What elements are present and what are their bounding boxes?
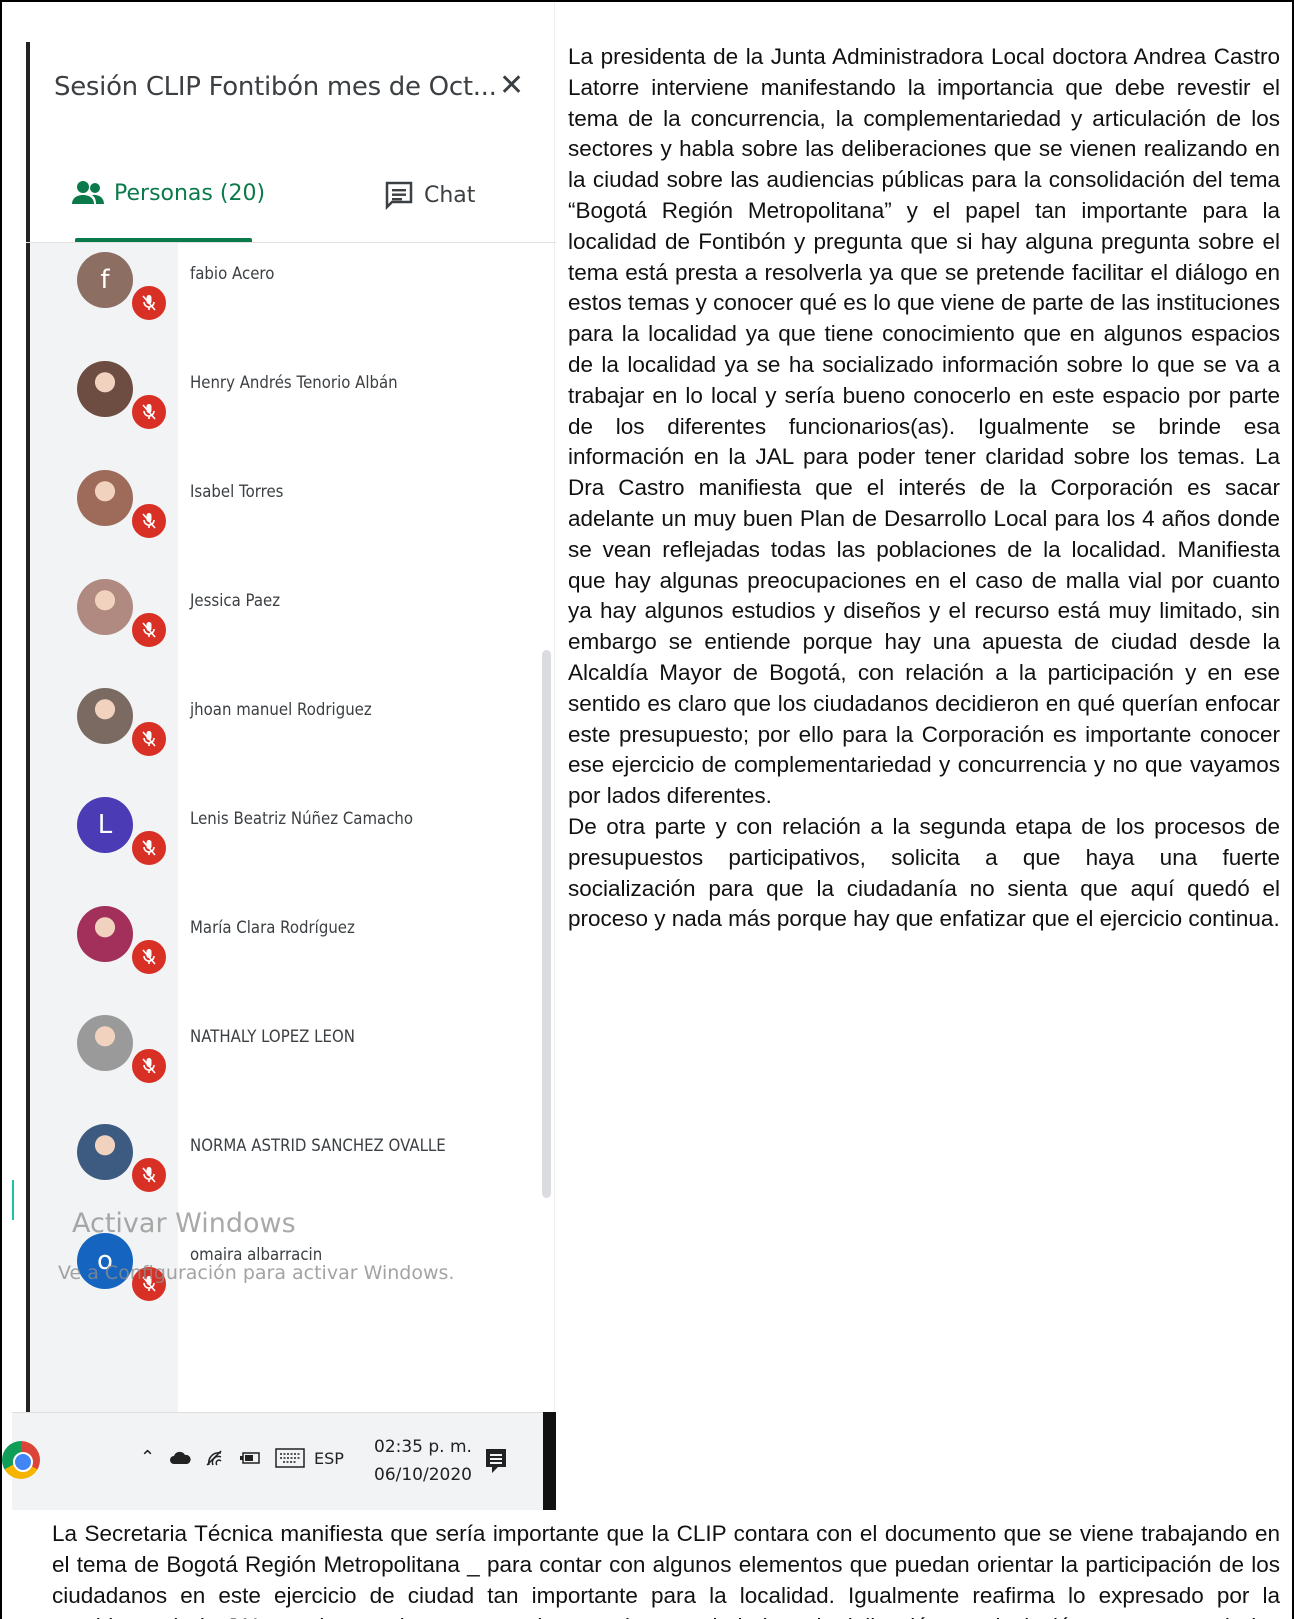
accent-line — [12, 1180, 14, 1220]
participant-row[interactable]: o omaira albarracin — [30, 1233, 550, 1341]
avatar — [77, 688, 133, 744]
mic-off-icon — [130, 938, 168, 976]
participant-name: fabio Acero — [190, 264, 275, 284]
participant-row[interactable]: Jessica Paez — [30, 579, 550, 687]
avatar — [77, 906, 133, 962]
keyboard-icon[interactable] — [275, 1447, 305, 1468]
cloud-icon[interactable] — [169, 1451, 191, 1465]
paragraph-jal-president: La presidenta de la Junta Administradora… — [568, 44, 1280, 809]
participant-name: Jessica Paez — [190, 591, 281, 611]
participant-row[interactable]: María Clara Rodríguez — [30, 906, 550, 1014]
participant-row[interactable]: Isabel Torres — [30, 470, 550, 578]
avatar — [77, 361, 133, 417]
avatar: L — [77, 797, 133, 853]
paragraph-technical-secretary: La Secretaria Técnica manifiesta que ser… — [52, 1521, 1280, 1619]
minutes-right-column: La presidenta de la Junta Administradora… — [568, 42, 1280, 935]
chat-icon — [385, 181, 413, 210]
participant-row[interactable]: f fabio Acero — [30, 252, 550, 360]
windows-watermark-subtitle: Ve a Configuración para activar Windows. — [58, 1262, 455, 1284]
mic-off-icon — [130, 284, 168, 322]
participant-name: Lenis Beatriz Núñez Camacho — [190, 809, 414, 829]
chrome-icon[interactable] — [2, 1441, 40, 1479]
mic-off-icon — [130, 393, 168, 431]
windows-watermark-title: Activar Windows — [72, 1208, 296, 1239]
mic-off-icon — [130, 829, 168, 867]
taskbar-edge — [543, 1412, 556, 1510]
windows-taskbar: ⌃ ESP 02:35 p. m. 06/10/2020 — [2, 1412, 556, 1510]
participant-name: María Clara Rodríguez — [190, 918, 355, 938]
clock[interactable]: 02:35 p. m. 06/10/2020 — [374, 1433, 472, 1489]
chevron-up-icon[interactable]: ⌃ — [140, 1447, 155, 1468]
participant-name: NATHALY LOPEZ LEON — [190, 1027, 355, 1047]
mic-off-icon — [130, 1156, 168, 1194]
participant-name: jhoan manuel Rodriguez — [190, 700, 372, 720]
panel-divider — [554, 2, 555, 1412]
participant-row[interactable]: jhoan manuel Rodriguez — [30, 688, 550, 796]
participant-row[interactable]: Henry Andrés Tenorio Albán — [30, 361, 550, 469]
mic-off-icon — [130, 502, 168, 540]
tab-chat-label: Chat — [424, 182, 476, 208]
clock-time: 02:35 p. m. — [374, 1437, 472, 1457]
clock-date: 06/10/2020 — [374, 1465, 472, 1485]
avatar: f — [77, 252, 133, 308]
avatar — [77, 579, 133, 635]
people-icon — [72, 181, 104, 204]
participant-name: Henry Andrés Tenorio Albán — [190, 373, 398, 393]
battery-icon[interactable] — [239, 1450, 261, 1466]
system-tray: ⌃ — [140, 1447, 305, 1468]
tab-people-label: Personas (20) — [114, 180, 266, 206]
mic-off-icon — [130, 611, 168, 649]
mic-off-icon — [130, 1047, 168, 1085]
mic-off-icon — [130, 720, 168, 758]
participant-name: Isabel Torres — [190, 482, 284, 502]
avatar — [77, 1124, 133, 1180]
participant-name: NORMA ASTRID SANCHEZ OVALLE — [190, 1136, 446, 1156]
participant-row[interactable]: NATHALY LOPEZ LEON — [30, 1015, 550, 1123]
meeting-title: Sesión CLIP Fontibón mes de Oct... — [54, 72, 497, 102]
tab-people[interactable]: Personas (20) — [72, 180, 265, 206]
scrollbar[interactable] — [542, 650, 551, 1198]
paragraph-second-stage: De otra parte y con relación a la segund… — [568, 813, 1280, 932]
language-indicator[interactable]: ESP — [314, 1449, 344, 1468]
participant-row[interactable]: L Lenis Beatriz Núñez Camacho — [30, 797, 550, 905]
avatar — [77, 470, 133, 526]
avatar — [77, 1015, 133, 1071]
tab-chat[interactable]: Chat — [384, 180, 475, 210]
meet-screenshot: Sesión CLIP Fontibón mes de Oct... ✕ Per… — [12, 2, 556, 1510]
wifi-icon[interactable] — [205, 1449, 225, 1467]
close-icon[interactable]: ✕ — [499, 68, 524, 103]
notification-icon[interactable] — [484, 1447, 508, 1475]
